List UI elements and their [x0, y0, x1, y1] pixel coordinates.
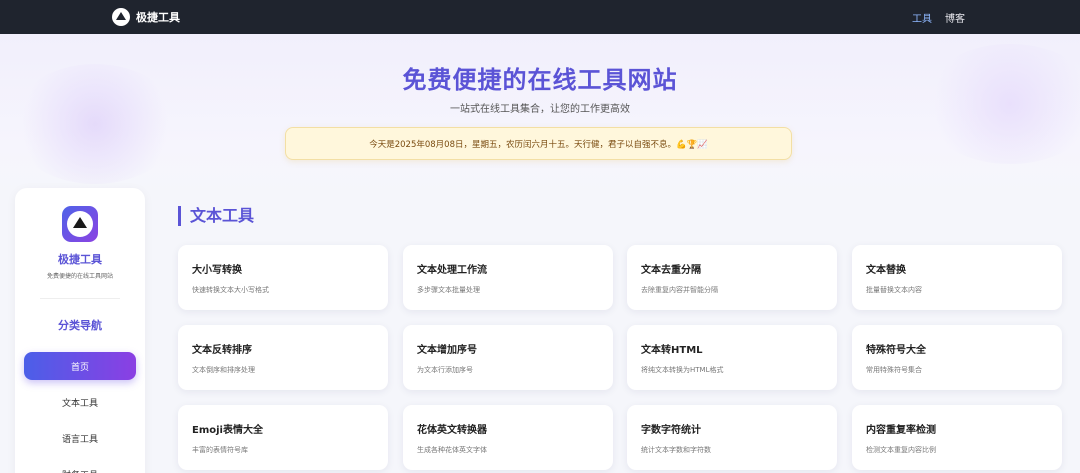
tool-card[interactable]: 特殊符号大全 常用特殊符号集合	[852, 325, 1062, 390]
sidebar-item-language-tools[interactable]: 语言工具	[24, 424, 136, 452]
card-title: 特殊符号大全	[866, 345, 926, 356]
card-desc: 多步骤文本批量处理	[417, 286, 480, 294]
brand-name: 极捷工具	[136, 11, 180, 24]
divider	[40, 298, 120, 299]
sidebar: 极捷工具 免费便捷的在线工具网站 分类导航 首页 文本工具 语言工具 财务工具	[15, 188, 145, 473]
app-logo-icon	[62, 206, 98, 242]
tool-card[interactable]: 字数字符统计 统计文本字数和字符数	[627, 405, 837, 470]
card-desc: 快速转换文本大小写格式	[192, 286, 269, 294]
card-title: 文本处理工作流	[417, 265, 487, 276]
hero: 免费便捷的在线工具网站 一站式在线工具集合，让您的工作更高效 今天是2025年0…	[0, 34, 1080, 194]
tool-card[interactable]: 大小写转换 快速转换文本大小写格式	[178, 245, 388, 310]
tool-card[interactable]: 文本去重分隔 去除重复内容并智能分隔	[627, 245, 837, 310]
sidebar-heading: 分类导航	[58, 319, 102, 332]
sidebar-brand-desc: 免费便捷的在线工具网站	[46, 273, 113, 280]
brand-link[interactable]: 极捷工具	[112, 7, 180, 27]
date-banner: 今天是2025年08月08日，星期五，农历闰六月十五。天行健，君子以自强不息。💪…	[285, 127, 792, 160]
nav-link-blog[interactable]: 博客	[945, 10, 965, 25]
tool-card[interactable]: 文本处理工作流 多步骤文本批量处理	[403, 245, 613, 310]
card-desc: 丰富的表情符号库	[192, 446, 248, 454]
sidebar-item-finance-tools[interactable]: 财务工具	[24, 460, 136, 473]
card-title: 文本反转排序	[192, 345, 252, 356]
card-desc: 检测文本重复内容比例	[866, 446, 936, 454]
card-title: 内容重复率检测	[866, 425, 936, 436]
card-title: 字数字符统计	[641, 425, 701, 436]
logo-icon	[112, 8, 130, 26]
hero-title: 免费便捷的在线工具网站	[402, 66, 678, 94]
section-title: 文本工具	[178, 206, 254, 226]
card-desc: 将纯文本转换为HTML格式	[641, 366, 724, 374]
card-desc: 统计文本字数和字符数	[641, 446, 711, 454]
nav-link-tools[interactable]: 工具	[912, 10, 932, 25]
tool-card[interactable]: 文本增加序号 为文本行添加序号	[403, 325, 613, 390]
card-title: 文本去重分隔	[641, 265, 701, 276]
card-desc: 去除重复内容并智能分隔	[641, 286, 718, 294]
tool-card[interactable]: 花体英文转换器 生成各种花体英文字体	[403, 405, 613, 470]
card-title: 文本增加序号	[417, 345, 477, 356]
tool-card[interactable]: Emoji表情大全 丰富的表情符号库	[178, 405, 388, 470]
card-title: 文本转HTML	[641, 345, 703, 356]
sidebar-item-home[interactable]: 首页	[24, 352, 136, 380]
card-desc: 文本倒序和排序处理	[192, 366, 255, 374]
tool-card[interactable]: 文本转HTML 将纯文本转换为HTML格式	[627, 325, 837, 390]
tool-card[interactable]: 文本反转排序 文本倒序和排序处理	[178, 325, 388, 390]
card-title: 大小写转换	[192, 265, 242, 276]
card-desc: 常用特殊符号集合	[866, 366, 922, 374]
sidebar-brand-name: 极捷工具	[58, 253, 102, 266]
hero-subtitle: 一站式在线工具集合，让您的工作更高效	[450, 104, 630, 115]
card-title: 文本替换	[866, 265, 906, 276]
sidebar-item-text-tools[interactable]: 文本工具	[24, 388, 136, 416]
card-desc: 批量替换文本内容	[866, 286, 922, 294]
card-title: 花体英文转换器	[417, 425, 487, 436]
tool-card[interactable]: 内容重复率检测 检测文本重复内容比例	[852, 405, 1062, 470]
card-desc: 为文本行添加序号	[417, 366, 473, 374]
top-nav: 极捷工具 工具 博客	[0, 0, 1080, 34]
nav-links: 工具 博客	[912, 10, 965, 25]
card-desc: 生成各种花体英文字体	[417, 446, 487, 454]
card-title: Emoji表情大全	[192, 425, 263, 436]
tool-card[interactable]: 文本替换 批量替换文本内容	[852, 245, 1062, 310]
